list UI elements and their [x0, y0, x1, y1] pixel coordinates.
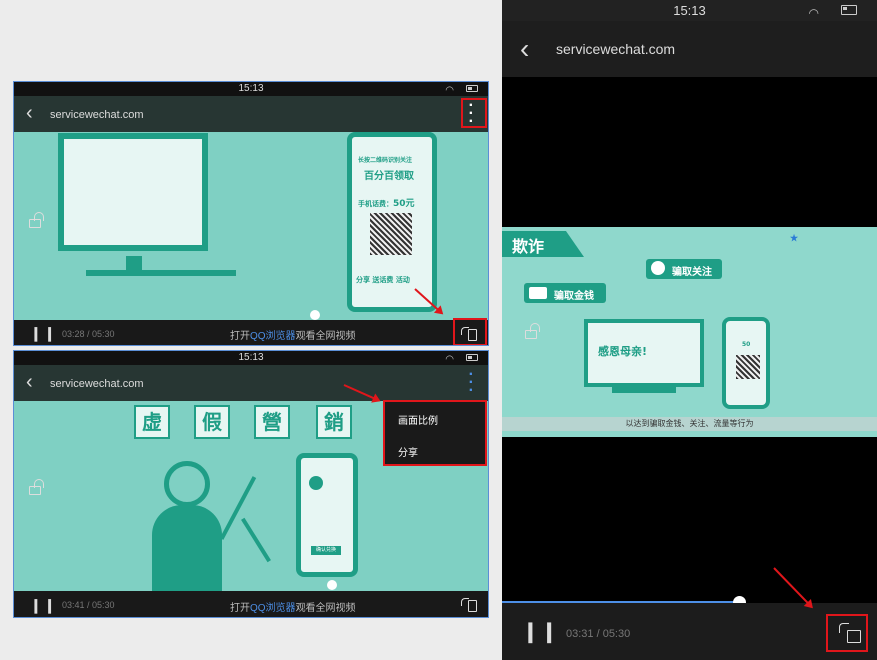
back-icon[interactable]: ‹ [26, 102, 33, 125]
video-tv-base [612, 387, 676, 393]
highlight-more [461, 98, 487, 128]
browser-topbar: ‹ servicewechat.com · · · [14, 365, 488, 401]
promo-link[interactable]: QQ浏览器 [250, 331, 296, 342]
video-line-b [241, 517, 271, 563]
url-text: servicewechat.com [50, 378, 144, 390]
seek-knob[interactable] [327, 580, 337, 590]
control-bar: ❙❙ 03:31 / 05:30 [502, 603, 877, 660]
panel-2-player: 15:13 ◠ 虚 假 營 銷 确认兑换 ‹ servicewechat.com… [13, 350, 489, 618]
video-line3-value: 50元 [393, 199, 415, 209]
highlight-menu [383, 400, 487, 466]
highlight-rotate [453, 318, 487, 345]
video-line2: 百分百领取 [364, 171, 414, 182]
video-char-4: 銷 [316, 405, 352, 439]
video-char-2: 假 [194, 405, 230, 439]
video-tv-graphic [58, 133, 208, 251]
status-time: 15:13 [238, 83, 264, 94]
promo-suffix: 观看全网视频 [295, 331, 356, 342]
video-person-body [152, 505, 222, 591]
control-bar: ❙❙ 03:28 / 05:30 打开QQ浏览器观看全网视频 [14, 320, 488, 345]
lock-icon[interactable] [524, 323, 542, 339]
video-buttons-text: 分享 送话费 活动 [356, 276, 410, 284]
more-icon[interactable]: · · · [469, 367, 474, 399]
highlight-rotate [826, 614, 868, 652]
status-bar: 15:13 ◠ [14, 351, 488, 365]
video-phone-graphic: 确认兑换 [296, 453, 358, 577]
control-bar: ❙❙ 03:41 / 05:30 打开QQ浏览器观看全网视频 [14, 591, 488, 617]
video-tv-stand [126, 256, 142, 270]
status-bar: 15:13 ◠ [14, 82, 488, 96]
back-icon[interactable]: ‹ [26, 371, 33, 394]
money-icon [529, 287, 547, 299]
promo-suffix: 观看全网视频 [295, 603, 356, 614]
video-phone-button: 确认兑换 [311, 546, 341, 555]
battery-icon [466, 85, 478, 92]
url-text: servicewechat.com [50, 109, 144, 121]
video-phone-graphic: 50 [722, 317, 770, 409]
play-time: 03:28 / 05:30 [62, 329, 115, 339]
panel-3-player: 15:13 ◠ ‹ servicewechat.com 欺诈 ★ 骗取关注 骗取… [502, 0, 877, 660]
back-icon[interactable]: ‹ [520, 33, 529, 65]
pause-icon[interactable]: ❙❙ [522, 619, 560, 644]
video-tag-1: 骗取金钱 [524, 283, 606, 303]
qr-code-image [736, 355, 760, 379]
video-line3: 手机话费：50元 [358, 193, 415, 211]
video-tag-2: 骗取关注 [646, 259, 722, 279]
promo-prefix: 打开 [230, 603, 250, 614]
video-chars: 虚 假 營 銷 [134, 405, 364, 443]
video-person-head [164, 461, 210, 507]
play-time: 03:31 / 05:30 [566, 628, 631, 640]
promo-link[interactable]: QQ浏览器 [250, 603, 296, 614]
lock-icon[interactable] [28, 212, 46, 228]
pause-icon[interactable]: ❙❙ [30, 325, 57, 342]
video-caption: 以达到骗取金钱、关注、流量等行为 [502, 417, 877, 431]
video-phone-avatar [309, 476, 323, 490]
pause-icon[interactable]: ❙❙ [30, 597, 57, 614]
annotation-arrow [773, 567, 813, 608]
status-bar: 15:13 ◠ [502, 0, 877, 21]
video-tag-1-text: 骗取金钱 [554, 291, 594, 302]
video-area[interactable]: 欺诈 ★ 骗取关注 骗取金钱 感恩母亲! 50 以达到骗取金钱、关注、流量等行为 [502, 227, 877, 437]
rotate-icon[interactable] [461, 598, 477, 612]
url-text: servicewechat.com [556, 41, 676, 57]
video-banner: 欺诈 [502, 231, 584, 257]
promo-text: 打开QQ浏览器观看全网视频 [230, 599, 356, 614]
search-icon [651, 261, 665, 275]
video-char-3: 營 [254, 405, 290, 439]
video-banner-text: 欺诈 [512, 237, 545, 256]
play-time: 03:41 / 05:30 [62, 600, 115, 610]
promo-prefix: 打开 [230, 331, 250, 342]
video-tv-base [86, 270, 236, 276]
video-line3-label: 手机话费： [358, 200, 393, 208]
video-char-1: 虚 [134, 405, 170, 439]
video-phone-value: 50 [742, 341, 751, 348]
battery-icon [466, 354, 478, 361]
video-phone-graphic: 长按二维码识别关注 百分百领取 手机话费：50元 分享 送话费 活动 [347, 132, 437, 312]
lock-icon[interactable] [28, 479, 46, 495]
video-tag-2-text: 骗取关注 [672, 267, 712, 278]
status-time: 15:13 [238, 352, 264, 363]
seek-knob[interactable] [310, 310, 320, 320]
browser-topbar: ‹ servicewechat.com · · · [14, 96, 488, 132]
browser-topbar: ‹ servicewechat.com [502, 21, 877, 77]
promo-text: 打开QQ浏览器观看全网视频 [230, 327, 356, 342]
video-screen-text: 感恩母亲! [598, 345, 648, 358]
video-logo: ★ [790, 233, 799, 243]
video-tv-graphic: 感恩母亲! [584, 319, 704, 387]
status-time: 15:13 [673, 3, 706, 18]
video-line1: 长按二维码识别关注 [358, 157, 413, 164]
qr-code-image [370, 213, 412, 255]
panel-1-player: 15:13 ◠ 长按二维码识别关注 百分百领取 手机话费：50元 分享 送话费 … [13, 81, 489, 346]
battery-icon [841, 5, 857, 15]
